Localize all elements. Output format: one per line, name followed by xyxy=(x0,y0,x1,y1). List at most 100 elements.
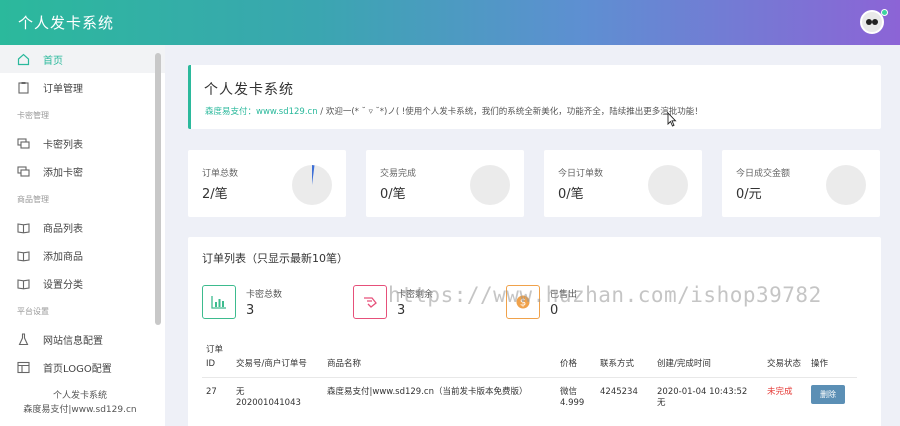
cell-action: 删除 xyxy=(807,378,857,410)
sidebar-item-product-list[interactable]: 商品列表 xyxy=(0,213,165,241)
stat-ring-chart xyxy=(470,165,510,205)
created-time: 2020-01-04 10:43:52 xyxy=(657,387,748,397)
orders-title: 订单列表（只显示最新10笔） xyxy=(202,252,348,265)
welcome-message: / 欢迎一(* ˘ ▿ ˘*)ノ( !使用个人发卡系统，我们的系统全新美化，功能… xyxy=(317,107,703,117)
online-status-dot xyxy=(881,9,888,16)
page-title: 个人发卡系统 xyxy=(204,82,294,98)
sidebar-item-home[interactable]: 首页 xyxy=(0,45,165,73)
chart-icon xyxy=(202,285,236,319)
col-header-status: 交易状态 xyxy=(763,341,807,378)
mini-stat-value: 3 xyxy=(246,302,255,318)
orders-card: 订单列表（只显示最新10笔） 卡密总数 3 卡密剩余 3 $ 已售出 0 订单I… xyxy=(188,237,881,426)
clipboard-icon xyxy=(17,81,30,94)
layout-icon xyxy=(17,361,30,374)
cell-status: 未完成 xyxy=(767,387,793,397)
mini-stat-card-remaining: 卡密剩余 3 xyxy=(353,285,433,319)
sidebar-item-label: 网站信息配置 xyxy=(43,335,103,347)
top-header: 个人发卡系统 xyxy=(0,0,900,45)
sidebar-item-label: 订单管理 xyxy=(43,83,83,95)
sidebar-item-card-list[interactable]: 卡密列表 xyxy=(0,129,165,157)
welcome-text: 森度易支付：www.sd129.cn / 欢迎一(* ˘ ▿ ˘*)ノ( !使用… xyxy=(205,105,703,117)
cell-trade-no: 无 202001041043 xyxy=(232,378,323,410)
site-link[interactable]: 森度易支付：www.sd129.cn xyxy=(205,107,318,117)
cell-product: 森度易支付|www.sd129.cn（当前发卡版本免费版） xyxy=(327,387,528,397)
stat-card-completed: 交易完成 0/笔 xyxy=(366,150,524,217)
stat-label: 今日订单数 xyxy=(558,169,604,179)
book-icon xyxy=(17,277,30,290)
flask-icon xyxy=(17,332,30,346)
stat-value: 0/笔 xyxy=(380,187,406,202)
col-header-time: 创建/完成时间 xyxy=(653,341,763,378)
mini-stat-card-total: 卡密总数 3 xyxy=(202,285,282,319)
col-header-price: 价格 xyxy=(556,341,596,378)
sidebar-item-logo-config[interactable]: 首页LOGO配置 xyxy=(0,353,165,381)
sidebar-group-label: 卡密管理 xyxy=(17,110,49,120)
delete-button[interactable]: 删除 xyxy=(811,385,845,404)
sidebar-item-add-product[interactable]: 添加商品 xyxy=(0,241,165,269)
sidebar-item-orders[interactable]: 订单管理 xyxy=(0,73,165,101)
sidebar-group-label: 商品管理 xyxy=(17,194,49,204)
col-header-contact: 联系方式 xyxy=(596,341,653,378)
price-method: 微信 xyxy=(560,387,578,397)
stat-value: 0/笔 xyxy=(558,187,584,202)
stat-ring-chart xyxy=(292,165,332,205)
footer-title: 个人发卡系统 xyxy=(52,391,107,401)
order-no: 202001041043 xyxy=(236,398,301,408)
sidebar-item-label: 设置分类 xyxy=(43,279,83,291)
ring-segment xyxy=(312,165,315,185)
sidebar-footer: 个人发卡系统 森度易支付|www.sd129.cn xyxy=(0,389,160,417)
col-header-product: 商品名称 xyxy=(323,341,556,378)
sidebar-item-label: 卡密列表 xyxy=(43,139,83,151)
sidebar-item-add-card[interactable]: 添加卡密 xyxy=(0,157,165,185)
cell-id: 27 xyxy=(206,387,217,397)
stat-card-total-orders: 订单总数 2/笔 xyxy=(188,150,346,217)
col-header-action: 操作 xyxy=(807,341,857,378)
sidebar-item-label: 首页LOGO配置 xyxy=(43,363,112,375)
sidebar: 首页 订单管理 卡密管理 卡密列表 添加卡密 商品管理 商品列表 添加商品 设置… xyxy=(0,45,165,426)
mini-stat-card-sold: $ 已售出 0 xyxy=(506,285,577,319)
hand-card-icon xyxy=(353,285,387,319)
cards-icon xyxy=(17,165,30,178)
cards-icon xyxy=(17,137,30,150)
cell-contact: 4245234 xyxy=(600,387,638,397)
sidebar-item-label: 添加商品 xyxy=(43,251,83,263)
sidebar-item-label: 首页 xyxy=(43,55,63,67)
book-icon xyxy=(17,249,30,262)
welcome-card: 个人发卡系统 森度易支付：www.sd129.cn / 欢迎一(* ˘ ▿ ˘*… xyxy=(188,65,881,129)
table-row: 27 无 202001041043 森度易支付|www.sd129.cn（当前发… xyxy=(202,378,857,410)
dollar-icon: $ xyxy=(506,285,540,319)
sidebar-group-label: 平台设置 xyxy=(17,306,49,316)
stat-value: 2/笔 xyxy=(202,187,228,202)
mini-stat-label: 卡密剩余 xyxy=(397,289,434,300)
book-icon xyxy=(17,221,30,234)
stat-ring-chart xyxy=(648,165,688,205)
mini-stat-value: 3 xyxy=(397,302,406,318)
stat-label: 今日成交金额 xyxy=(736,169,791,179)
footer-link[interactable]: 森度易支付|www.sd129.cn xyxy=(0,403,160,417)
svg-text:$: $ xyxy=(520,298,526,309)
orders-table: 订单ID 交易号/商户订单号 商品名称 价格 联系方式 创建/完成时间 交易状态… xyxy=(202,341,857,409)
sidebar-item-label: 添加卡密 xyxy=(43,167,83,179)
mouse-cursor-icon xyxy=(667,111,677,131)
stat-label: 交易完成 xyxy=(380,169,417,179)
trade-no: 无 xyxy=(236,387,245,397)
sidebar-item-label: 商品列表 xyxy=(43,223,83,235)
stat-card-today-amount: 今日成交金额 0/元 xyxy=(722,150,880,217)
home-icon xyxy=(17,53,30,66)
completed-time: 无 xyxy=(657,398,666,408)
sidebar-scrollbar[interactable] xyxy=(155,53,161,325)
price-amount: 4.999 xyxy=(560,398,585,408)
app-title: 个人发卡系统 xyxy=(18,14,115,32)
mini-stat-label: 已售出 xyxy=(550,289,578,300)
sidebar-item-categories[interactable]: 设置分类 xyxy=(0,269,165,297)
mini-stat-value: 0 xyxy=(550,302,559,318)
table-header-row: 订单ID 交易号/商户订单号 商品名称 价格 联系方式 创建/完成时间 交易状态… xyxy=(202,341,857,378)
stat-value: 0/元 xyxy=(736,187,762,202)
stat-label: 订单总数 xyxy=(202,169,239,179)
sidebar-item-site-config[interactable]: 网站信息配置 xyxy=(0,325,165,353)
col-header-trade-no: 交易号/商户订单号 xyxy=(232,341,323,378)
cell-time: 2020-01-04 10:43:52 无 xyxy=(653,378,763,410)
cell-price: 微信 4.999 xyxy=(556,378,596,410)
col-header-id: 订单ID xyxy=(202,341,232,378)
stat-card-today-orders: 今日订单数 0/笔 xyxy=(544,150,702,217)
